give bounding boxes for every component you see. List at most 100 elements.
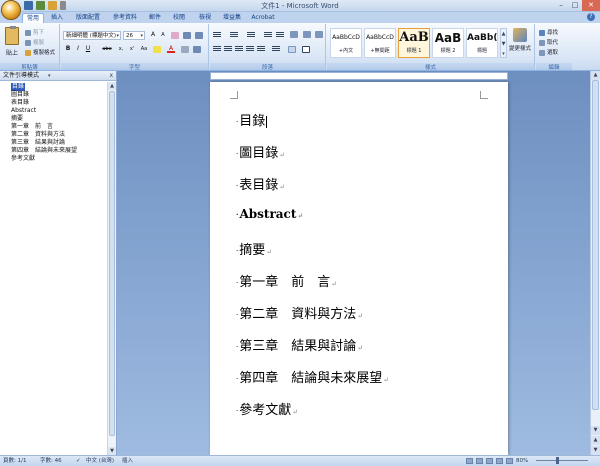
heading-chapter2[interactable]: ·第二章 資料與方法↵ (236, 303, 363, 322)
nav-item-chapter4[interactable]: 第四章 結論與未來展望 (11, 147, 116, 155)
heading-tables[interactable]: ·表目錄↵ (236, 174, 285, 193)
cut-button[interactable]: 剪下 (25, 28, 44, 36)
scroll-up-icon[interactable]: ▲ (591, 71, 600, 80)
strikethrough-button[interactable]: abe (101, 45, 113, 53)
grow-font-button[interactable]: A (149, 31, 157, 39)
styles-scroll-arrows[interactable]: ▲ ▼ ▾ (500, 28, 507, 58)
nav-item-references[interactable]: 參考文獻 (11, 155, 116, 163)
nav-scroll-thumb[interactable] (109, 91, 115, 436)
zoom-slider-knob[interactable] (556, 457, 559, 464)
close-button[interactable]: ✕ (582, 0, 600, 11)
web-layout-icon[interactable] (486, 458, 493, 464)
heading-chapter3[interactable]: ·第三章 結果與討論↵ (236, 335, 363, 354)
shrink-font-button[interactable]: A (159, 31, 167, 39)
enclose-char-icon[interactable] (193, 46, 201, 53)
vertical-scrollbar[interactable]: ▲ ▼ ▲ ▼ (590, 71, 600, 455)
multilevel-list-icon[interactable] (247, 31, 255, 38)
replace-button[interactable]: 取代 (539, 38, 558, 46)
heading-references[interactable]: ·參考文獻↵ (236, 399, 298, 418)
previous-page-icon[interactable]: ▲ (591, 436, 600, 445)
insert-mode[interactable]: 插入 (122, 456, 133, 466)
heading-abstract[interactable]: ·Abstract↵ (236, 207, 303, 221)
distributed-icon[interactable] (257, 45, 265, 52)
page-count[interactable]: 頁數: 1/1 (3, 456, 26, 466)
tab-addins[interactable]: 增益集 (220, 13, 244, 23)
next-page-icon[interactable]: ▼ (591, 446, 600, 455)
tab-insert[interactable]: 插入 (48, 13, 66, 23)
highlight-icon[interactable] (153, 46, 161, 53)
scroll-down-icon[interactable]: ▼ (108, 447, 116, 455)
paste-button[interactable]: 貼上 (3, 26, 21, 60)
heading-toc[interactable]: ·目錄 (236, 110, 268, 129)
line-spacing-icon[interactable] (272, 45, 280, 52)
nav-item-abstract[interactable]: Abstract (11, 107, 116, 115)
nav-scrollbar[interactable]: ▲ ▼ (107, 82, 116, 455)
chinese-layout-icon[interactable] (290, 31, 298, 38)
vertical-scroll-thumb[interactable] (592, 80, 599, 410)
close-icon[interactable]: x (109, 71, 113, 81)
tab-mailings[interactable]: 郵件 (146, 13, 164, 23)
tab-home[interactable]: 常用 (22, 13, 44, 23)
tab-acrobat[interactable]: Acrobat (250, 13, 276, 23)
tab-page-layout[interactable]: 版面配置 (72, 13, 104, 23)
style-title[interactable]: AaBb( 標題 (466, 28, 498, 58)
maximize-button[interactable]: □ (568, 0, 582, 11)
zoom-slider[interactable] (536, 457, 588, 464)
proofing-icon[interactable]: ✓ (76, 456, 81, 466)
italic-button[interactable]: I (74, 45, 82, 53)
char-shading-icon[interactable] (181, 46, 189, 53)
justify-icon[interactable] (246, 45, 254, 52)
office-button[interactable] (1, 0, 21, 20)
increase-indent-icon[interactable] (276, 31, 284, 38)
word-count[interactable]: 字數: 46 (40, 456, 62, 466)
font-color-button[interactable]: A (167, 45, 175, 53)
align-left-icon[interactable] (213, 45, 221, 52)
bold-button[interactable]: B (64, 45, 72, 53)
minimize-button[interactable]: – (554, 0, 568, 11)
align-center-icon[interactable] (224, 45, 232, 52)
change-case-button[interactable]: Aa (139, 45, 149, 53)
clear-format-icon[interactable] (171, 32, 179, 39)
numbering-icon[interactable] (230, 31, 238, 38)
tab-review[interactable]: 校閱 (170, 13, 188, 23)
font-size-combo[interactable]: 26 (123, 31, 145, 40)
heading-summary[interactable]: ·摘要↵ (236, 239, 272, 258)
full-screen-reading-icon[interactable] (476, 458, 483, 464)
heading-figures[interactable]: ·圖目錄↵ (236, 142, 285, 161)
nav-item-summary[interactable]: 摘要 (11, 115, 116, 123)
tab-view[interactable]: 檢視 (196, 13, 214, 23)
heading-chapter4[interactable]: ·第四章 結論與未來展望↵ (236, 367, 389, 386)
zoom-level[interactable]: 80% (516, 456, 528, 466)
scroll-down-icon[interactable]: ▼ (591, 426, 600, 435)
scroll-up-icon[interactable]: ▲ (108, 82, 116, 90)
nav-item-chapter1[interactable]: 第一章 前 言 (11, 123, 116, 131)
format-painter-button[interactable]: 複製格式 (25, 48, 55, 56)
style-heading-1[interactable]: AaB 標題 1 (398, 28, 430, 58)
sort-icon[interactable] (303, 31, 311, 38)
superscript-button[interactable]: x' (127, 45, 137, 53)
draft-view-icon[interactable] (506, 458, 513, 464)
copy-button[interactable]: 複製 (25, 38, 44, 46)
style-heading-2[interactable]: AaB 標題 2 (432, 28, 464, 58)
nav-item-chapter2[interactable]: 第二章 資料與方法 (11, 131, 116, 139)
horizontal-ruler[interactable] (210, 72, 508, 80)
nav-item-figures[interactable]: 圖目錄 (11, 91, 116, 99)
decrease-indent-icon[interactable] (264, 31, 272, 38)
char-border-icon[interactable] (195, 32, 203, 39)
outline-view-icon[interactable] (496, 458, 503, 464)
find-button[interactable]: 尋找 (539, 28, 558, 36)
help-icon[interactable]: ? (587, 13, 595, 21)
style-no-spacing[interactable]: AaBbCcD +無間距 (364, 28, 396, 58)
nav-item-toc[interactable]: 目錄 (11, 83, 116, 91)
style-normal[interactable]: AaBbCcD +內文 (330, 28, 362, 58)
change-styles-button[interactable]: 變更樣式 (508, 28, 532, 60)
font-name-combo[interactable]: 新細明體 (標題中文) (63, 31, 121, 40)
chevron-down-icon[interactable]: ▾ (48, 71, 51, 81)
tab-references[interactable]: 參考資料 (110, 13, 140, 23)
shading-icon[interactable] (288, 46, 296, 53)
print-layout-icon[interactable] (466, 458, 473, 464)
document-page[interactable]: ·目錄 ·圖目錄↵ ·表目錄↵ ·Abstract↵ ·摘要↵ ·第一章 前 言… (210, 82, 508, 455)
nav-item-tables[interactable]: 表目錄 (11, 99, 116, 107)
align-right-icon[interactable] (235, 45, 243, 52)
language-status[interactable]: 中文 (台灣) (86, 456, 114, 466)
